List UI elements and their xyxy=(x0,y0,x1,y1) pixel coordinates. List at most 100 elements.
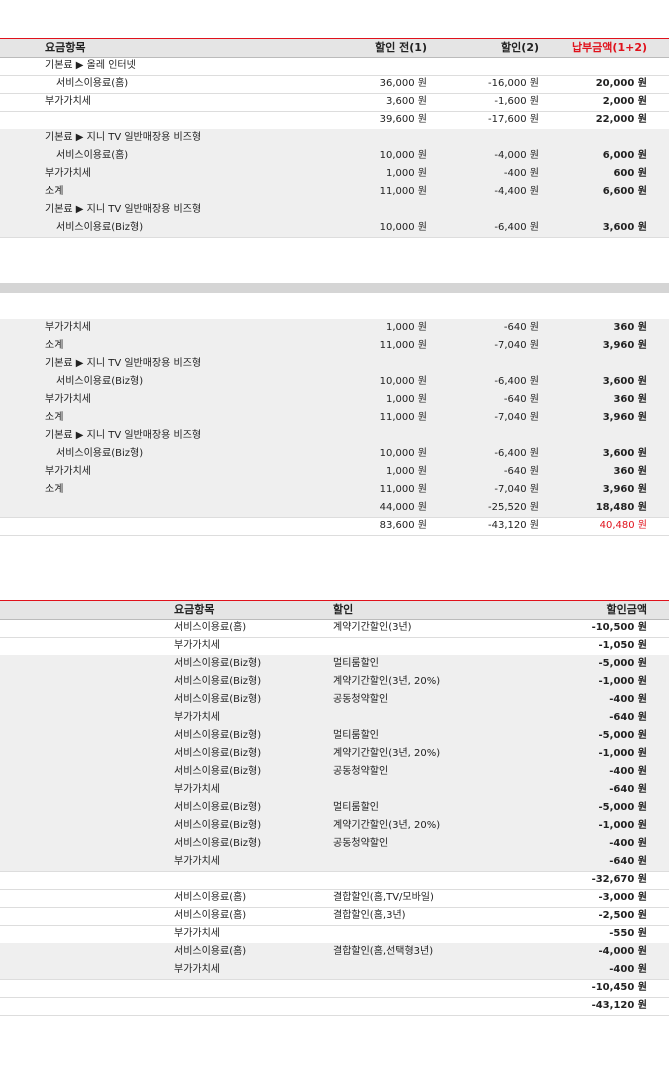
item-label: 기본료 ▶ 올레 인터넷 xyxy=(45,60,136,71)
col-before-discount-header: 할인 전(1) xyxy=(375,41,427,54)
item-label: 서비스이용료(Biz형) xyxy=(174,694,262,705)
payment-value: 40,480 원 xyxy=(599,520,647,531)
discount-amount: -4,000 원 xyxy=(598,946,647,957)
discount-name: 멀티룸할인 xyxy=(333,730,379,741)
discount-value: -4,000 원 xyxy=(494,150,539,161)
item-label: 소계 xyxy=(45,186,64,197)
table-row: -10,450 원 xyxy=(0,979,669,998)
table-row: 서비스이용료(Biz형) 10,000 원 -6,400 원 3,600 원 xyxy=(0,445,669,464)
item-label: 부가가치세 xyxy=(174,856,220,867)
discount-name: 계약기간할인(3년, 20%) xyxy=(333,748,441,759)
before-discount-value: 11,000 원 xyxy=(379,186,427,197)
table-row: 서비스이용료(홈) 결합할인(홈,3년) -2,500 원 xyxy=(0,907,669,926)
item-label: 서비스이용료(Biz형) xyxy=(174,658,262,669)
table-row: 부가가치세 -400 원 xyxy=(0,961,669,980)
payment-value: 360 원 xyxy=(613,466,647,477)
payment-value: 3,600 원 xyxy=(602,222,647,233)
table-row: 44,000 원 -25,520 원 18,480 원 xyxy=(0,499,669,518)
discount-value: -6,400 원 xyxy=(494,222,539,233)
table-row: 기본료 ▶ 올레 인터넷 xyxy=(0,57,669,76)
item-label: 기본료 ▶ 지니 TV 일반매장용 비즈형 xyxy=(45,358,202,369)
table-row: 서비스이용료(Biz형) 계약기간할인(3년, 20%) -1,000 원 xyxy=(0,817,669,836)
before-discount-value: 39,600 원 xyxy=(379,114,427,125)
col-item-header: 요금항목 xyxy=(174,603,215,616)
table2-header: 요금항목 할인 할인금액 xyxy=(0,600,669,620)
table-row: 서비스이용료(Biz형) 공동청약할인 -400 원 xyxy=(0,835,669,854)
discount-value: -4,400 원 xyxy=(494,186,539,197)
discount-value: -6,400 원 xyxy=(494,376,539,387)
item-label: 서비스이용료(Biz형) xyxy=(174,802,262,813)
before-discount-value: 10,000 원 xyxy=(379,376,427,387)
item-label: 서비스이용료(홈) xyxy=(174,946,247,957)
table-row: 부가가치세 1,000 원 -640 원 360 원 xyxy=(0,463,669,482)
item-label: 서비스이용료(Biz형) xyxy=(174,766,262,777)
discount-name: 결합할인(홈,TV/모바일) xyxy=(333,892,434,903)
discount-name: 계약기간할인(3년, 20%) xyxy=(333,820,441,831)
table-row: 소계 11,000 원 -7,040 원 3,960 원 xyxy=(0,337,669,356)
table1-header: 요금항목 할인 전(1) 할인(2) 납부금액(1+2) xyxy=(0,38,669,58)
item-label: 서비스이용료(Biz형) xyxy=(174,748,262,759)
discount-amount: -1,000 원 xyxy=(598,820,647,831)
payment-value: 20,000 원 xyxy=(595,78,647,89)
table-row: 소계 11,000 원 -7,040 원 3,960 원 xyxy=(0,409,669,428)
table-row: 부가가치세 -640 원 xyxy=(0,853,669,872)
table-row: 서비스이용료(Biz형) 멀티룸할인 -5,000 원 xyxy=(0,727,669,746)
discount-amount: -10,500 원 xyxy=(591,622,647,633)
discount-amount: -5,000 원 xyxy=(598,802,647,813)
discount-value: -7,040 원 xyxy=(494,484,539,495)
discount-amount: -400 원 xyxy=(609,838,647,849)
before-discount-value: 1,000 원 xyxy=(385,168,427,179)
table-row: -43,120 원 xyxy=(0,997,669,1016)
payment-value: 6,600 원 xyxy=(602,186,647,197)
discount-amount: -32,670 원 xyxy=(591,874,647,885)
item-label: 기본료 ▶ 지니 TV 일반매장용 비즈형 xyxy=(45,132,202,143)
table-row: 기본료 ▶ 지니 TV 일반매장용 비즈형 xyxy=(0,201,669,220)
table-row: 기본료 ▶ 지니 TV 일반매장용 비즈형 xyxy=(0,129,669,148)
discount-value: -25,520 원 xyxy=(488,502,539,513)
col-discount-header: 할인(2) xyxy=(501,41,539,54)
item-label: 부가가치세 xyxy=(174,964,220,975)
discount-value: -1,600 원 xyxy=(494,96,539,107)
item-label: 부가가치세 xyxy=(174,784,220,795)
discount-value: -16,000 원 xyxy=(488,78,539,89)
item-label: 서비스이용료(홈) xyxy=(56,78,129,89)
payment-value: 22,000 원 xyxy=(595,114,647,125)
table-row: 서비스이용료(Biz형) 10,000 원 -6,400 원 3,600 원 xyxy=(0,373,669,392)
table-row: 서비스이용료(홈) 10,000 원 -4,000 원 6,000 원 xyxy=(0,147,669,166)
before-discount-value: 10,000 원 xyxy=(379,448,427,459)
discount-value: -6,400 원 xyxy=(494,448,539,459)
table-row: 서비스이용료(Biz형) 멀티룸할인 -5,000 원 xyxy=(0,799,669,818)
table-row: 부가가치세 1,000 원 -640 원 360 원 xyxy=(0,319,669,338)
payment-value: 600 원 xyxy=(613,168,647,179)
discount-amount: -43,120 원 xyxy=(591,1000,647,1011)
before-discount-value: 83,600 원 xyxy=(379,520,427,531)
table-row: 부가가치세 -640 원 xyxy=(0,781,669,800)
before-discount-value: 10,000 원 xyxy=(379,150,427,161)
table-row: 소계 11,000 원 -7,040 원 3,960 원 xyxy=(0,481,669,500)
discount-value: -640 원 xyxy=(503,466,539,477)
discount-value: -7,040 원 xyxy=(494,340,539,351)
item-label: 서비스이용료(Biz형) xyxy=(174,838,262,849)
item-label: 부가가치세 xyxy=(174,928,220,939)
discount-amount: -1,000 원 xyxy=(598,676,647,687)
table-row: 기본료 ▶ 지니 TV 일반매장용 비즈형 xyxy=(0,355,669,374)
discount-amount: -1,000 원 xyxy=(598,748,647,759)
discount-amount: -400 원 xyxy=(609,964,647,975)
discount-amount: -400 원 xyxy=(609,766,647,777)
item-label: 부가가치세 xyxy=(174,712,220,723)
before-discount-value: 11,000 원 xyxy=(379,484,427,495)
section-divider xyxy=(0,283,669,293)
table-row: -32,670 원 xyxy=(0,871,669,890)
item-label: 서비스이용료(Biz형) xyxy=(56,376,144,387)
table-row: 서비스이용료(Biz형) 공동청약할인 -400 원 xyxy=(0,763,669,782)
discount-name: 결합할인(홈,선택형3년) xyxy=(333,946,434,957)
item-label: 부가가치세 xyxy=(174,640,220,651)
discount-value: -640 원 xyxy=(503,322,539,333)
table-row: 소계 11,000 원 -4,400 원 6,600 원 xyxy=(0,183,669,202)
before-discount-value: 36,000 원 xyxy=(379,78,427,89)
col-discount-amount-header: 할인금액 xyxy=(606,603,647,616)
before-discount-value: 11,000 원 xyxy=(379,340,427,351)
table-row: 83,600 원 -43,120 원 40,480 원 xyxy=(0,517,669,536)
table-row: 서비스이용료(Biz형) 계약기간할인(3년, 20%) -1,000 원 xyxy=(0,673,669,692)
discount-name: 공동청약할인 xyxy=(333,766,389,777)
